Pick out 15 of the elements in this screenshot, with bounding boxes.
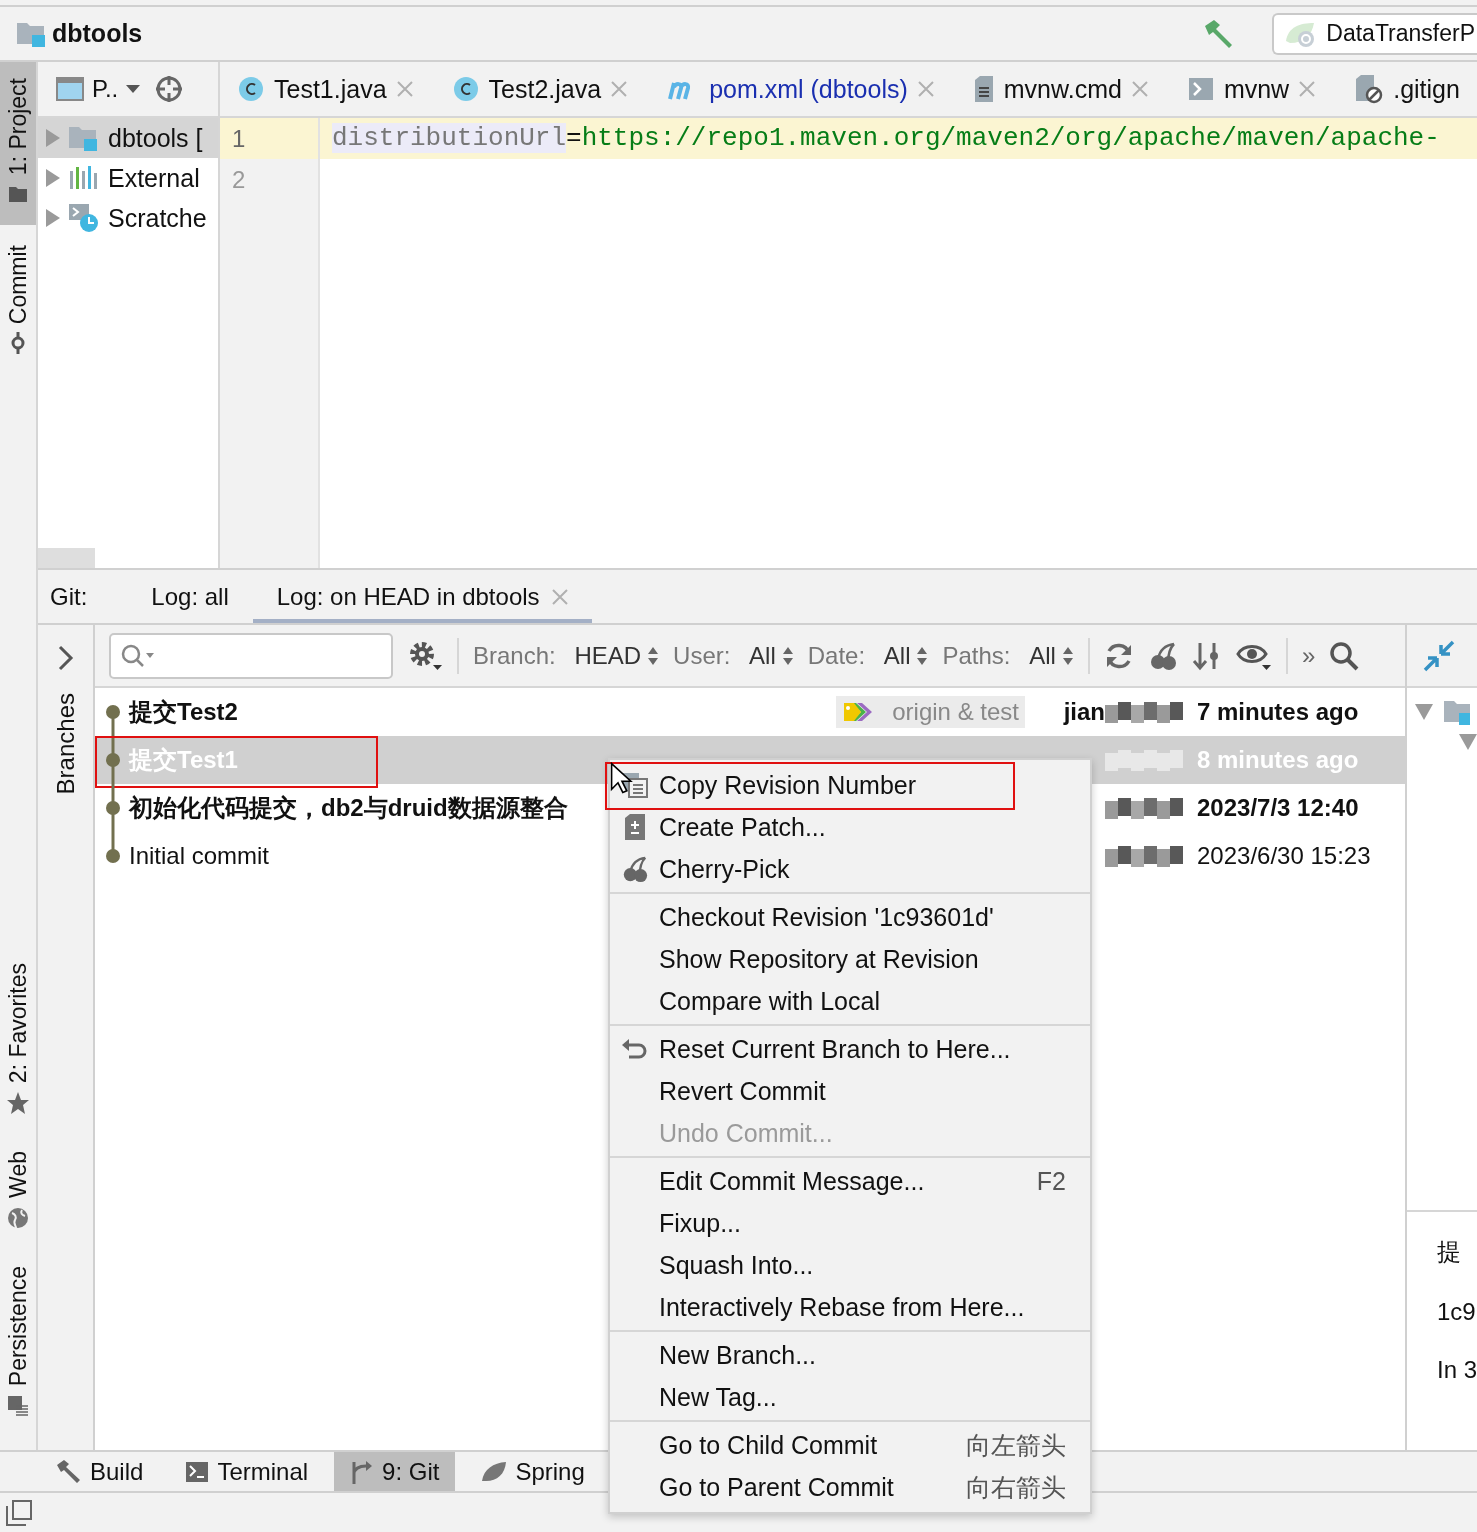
project-name: dbtools: [52, 19, 143, 48]
equals-sign: =: [566, 123, 582, 153]
author-name: jian: [1063, 698, 1105, 726]
commit-detail: In 3: [1437, 1356, 1477, 1384]
line-number: 1: [220, 118, 318, 159]
commit-date: 7 minutes ago: [1196, 698, 1360, 726]
property-key: distributionUrl: [332, 123, 567, 153]
branch-label: origin & test: [836, 696, 1025, 728]
commit-date: 2023/7/3 12:40: [1196, 794, 1360, 822]
property-value: https://repo1.maven.org/maven2/org/apache/maven/apache-: [581, 123, 1440, 153]
commit-detail: 1c9: [1437, 1298, 1477, 1326]
commit-detail: 提: [1437, 1237, 1462, 1267]
line-number: 2: [231, 165, 247, 195]
commit-date: 2023/6/30 15:23: [1196, 842, 1372, 870]
panel-title: Git:: [49, 581, 88, 612]
